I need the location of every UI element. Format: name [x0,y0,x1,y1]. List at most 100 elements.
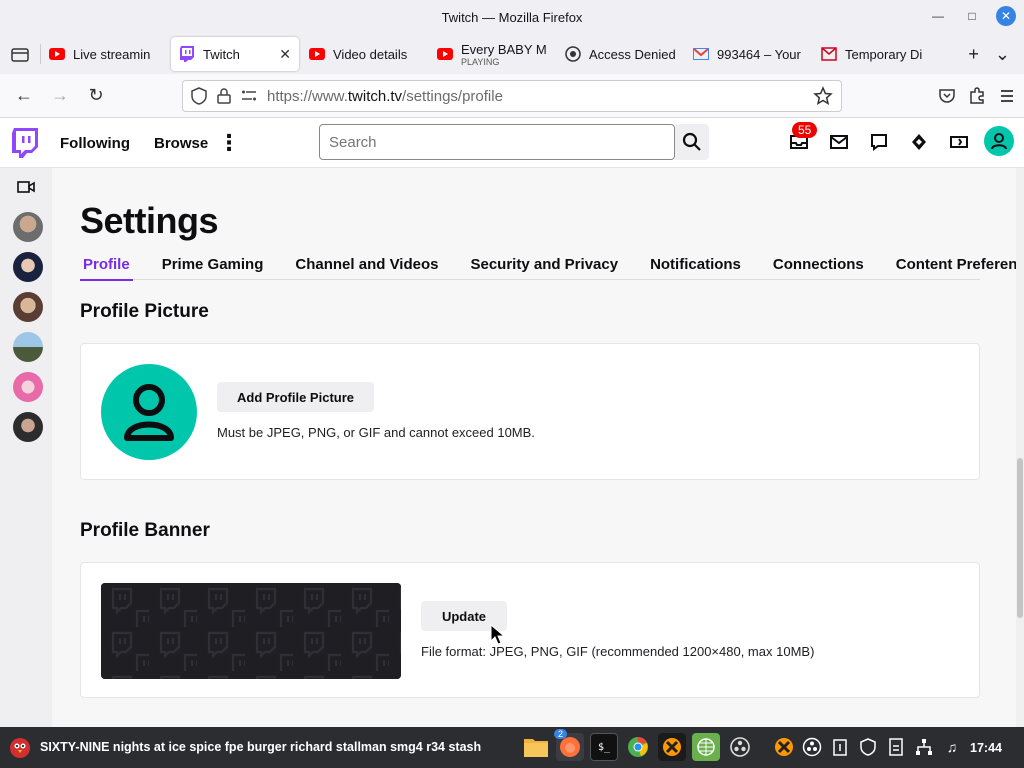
bookmark-star-icon[interactable] [813,86,833,106]
user-icon [991,133,1007,150]
tab-video-details[interactable]: Video details [301,37,429,71]
forward-button[interactable]: → [42,78,78,114]
channel-avatar[interactable] [13,292,43,322]
close-tab-icon[interactable]: ✕ [279,46,291,63]
search-button[interactable] [675,124,709,160]
settings-tab-bar: Profile Prime Gaming Channel and Videos … [80,248,1016,281]
scrollbar-thumb[interactable] [1017,458,1023,618]
channel-avatar[interactable] [13,372,43,402]
shield-icon [565,46,581,62]
video-camera-icon[interactable] [17,180,35,194]
reload-button[interactable]: ↻ [78,78,114,114]
profile-banner-card: Update File format: JPEG, PNG, GIF (reco… [80,562,980,698]
profile-banner-preview [101,583,401,679]
document-tray-icon[interactable] [886,736,906,758]
search-input[interactable] [319,124,675,160]
channel-avatar[interactable] [13,252,43,282]
menu-icon[interactable] [998,87,1016,105]
whispers-mail-icon[interactable] [828,130,850,154]
more-options-icon[interactable]: ⋮ [218,130,240,156]
tab-strip: Live streamin Twitch ✕ Video details Eve… [0,34,1024,74]
x-app-icon[interactable] [658,733,686,761]
twitch-header: Following Browse ⋮ [0,118,1024,168]
grid-app-icon[interactable] [692,733,720,761]
lock-icon[interactable] [217,88,231,104]
browse-link[interactable]: Browse [154,135,208,152]
back-button[interactable]: ← [6,78,42,114]
active-window-title[interactable]: SIXTY-NINE nights at ice spice fpe burge… [40,740,481,754]
new-tab-button[interactable]: + [968,44,979,65]
clipboard-icon[interactable] [830,736,850,758]
tab-channel-and-videos[interactable]: Channel and Videos [292,248,441,280]
profile-banner-hint: File format: JPEG, PNG, GIF (recommended… [421,644,815,659]
twitch-primary-nav: Following Browse [60,118,208,168]
chrome-icon[interactable] [624,733,652,761]
tab-notifications[interactable]: Notifications [647,248,744,280]
profile-picture-card: Add Profile Picture Must be JPEG, PNG, o… [80,343,980,480]
extensions-icon[interactable] [968,87,986,105]
following-link[interactable]: Following [60,135,130,152]
permissions-icon[interactable] [241,89,257,103]
profile-picture-preview [101,364,197,460]
notification-count-badge: 55 [792,122,818,138]
x-tray-icon[interactable] [774,736,794,758]
url-bar[interactable]: https://www.twitch.tv/settings/profile [182,80,842,112]
twitch-logo-icon[interactable] [12,128,38,163]
page-scrollbar[interactable] [1016,168,1024,727]
tab-content-preferences[interactable]: Content Preferences [893,248,1016,280]
search-icon [682,132,701,151]
channel-avatar[interactable] [13,412,43,442]
tab-twitch[interactable]: Twitch ✕ [171,37,299,71]
navigation-toolbar: ← → ↻ https://www.twitch.tv/settings/pro… [0,74,1024,118]
user-avatar[interactable] [984,126,1014,156]
music-note-icon[interactable]: ♫ [942,736,962,758]
tab-live-streaming[interactable]: Live streamin [41,37,169,71]
tab-gmail[interactable]: 993464 – Your [685,37,813,71]
angry-bird-app-icon[interactable] [8,735,32,759]
url-text: https://www.twitch.tv/settings/profile [267,87,503,105]
network-icon[interactable] [914,736,934,758]
taskbar-launchers: 2 $_ [522,729,754,761]
tab-label: Video details [333,46,408,62]
close-window-button[interactable]: ✕ [996,6,1016,26]
profile-picture-heading: Profile Picture [80,301,209,322]
tab-overview-icon [11,48,29,62]
tab-access-denied[interactable]: Access Denied [557,37,685,71]
firefox-icon[interactable]: 2 [554,729,584,761]
maximize-button[interactable]: □ [962,6,982,26]
tab-label: Live streamin [73,46,151,62]
profile-banner-heading: Profile Banner [80,520,210,541]
tab-security-and-privacy[interactable]: Security and Privacy [467,248,621,280]
add-profile-picture-button[interactable]: Add Profile Picture [217,382,374,412]
pocket-icon[interactable] [938,87,956,105]
tab-label: Every BABY M PLAYING [461,42,549,67]
terminal-icon[interactable]: $_ [590,733,618,761]
minimize-button[interactable]: — [928,6,948,26]
tab-label: Temporary Di [845,46,923,62]
tab-connections[interactable]: Connections [770,248,867,280]
youtube-icon [49,46,65,62]
obs-tray-icon[interactable] [802,736,822,758]
clock[interactable]: 17:44 [970,741,1002,755]
shield-tray-icon[interactable] [858,736,878,758]
gmail-icon [693,46,709,62]
tab-strip-actions: + ⌄ [968,34,1024,74]
tracking-protection-icon[interactable] [191,87,207,105]
crown-bits-icon[interactable] [908,130,930,154]
mouse-cursor-icon [490,624,506,645]
chat-bubble-icon[interactable] [868,130,890,154]
tab-temporary[interactable]: Temporary Di [813,37,941,71]
folder-icon[interactable] [522,733,550,761]
channel-avatar[interactable] [13,212,43,242]
profile-picture-hint: Must be JPEG, PNG, or GIF and cannot exc… [217,425,535,440]
tab-prime-gaming[interactable]: Prime Gaming [159,248,267,280]
chevron-down-icon[interactable]: ⌄ [995,44,1010,65]
user-icon [124,384,174,441]
mail-icon [821,46,837,62]
obs-icon[interactable] [726,733,754,761]
channel-avatar[interactable] [13,332,43,362]
tab-profile[interactable]: Profile [80,248,133,281]
tab-every-baby[interactable]: Every BABY M PLAYING [429,37,557,71]
prime-ticket-icon[interactable] [948,130,970,154]
tab-overview-button[interactable] [0,34,40,74]
